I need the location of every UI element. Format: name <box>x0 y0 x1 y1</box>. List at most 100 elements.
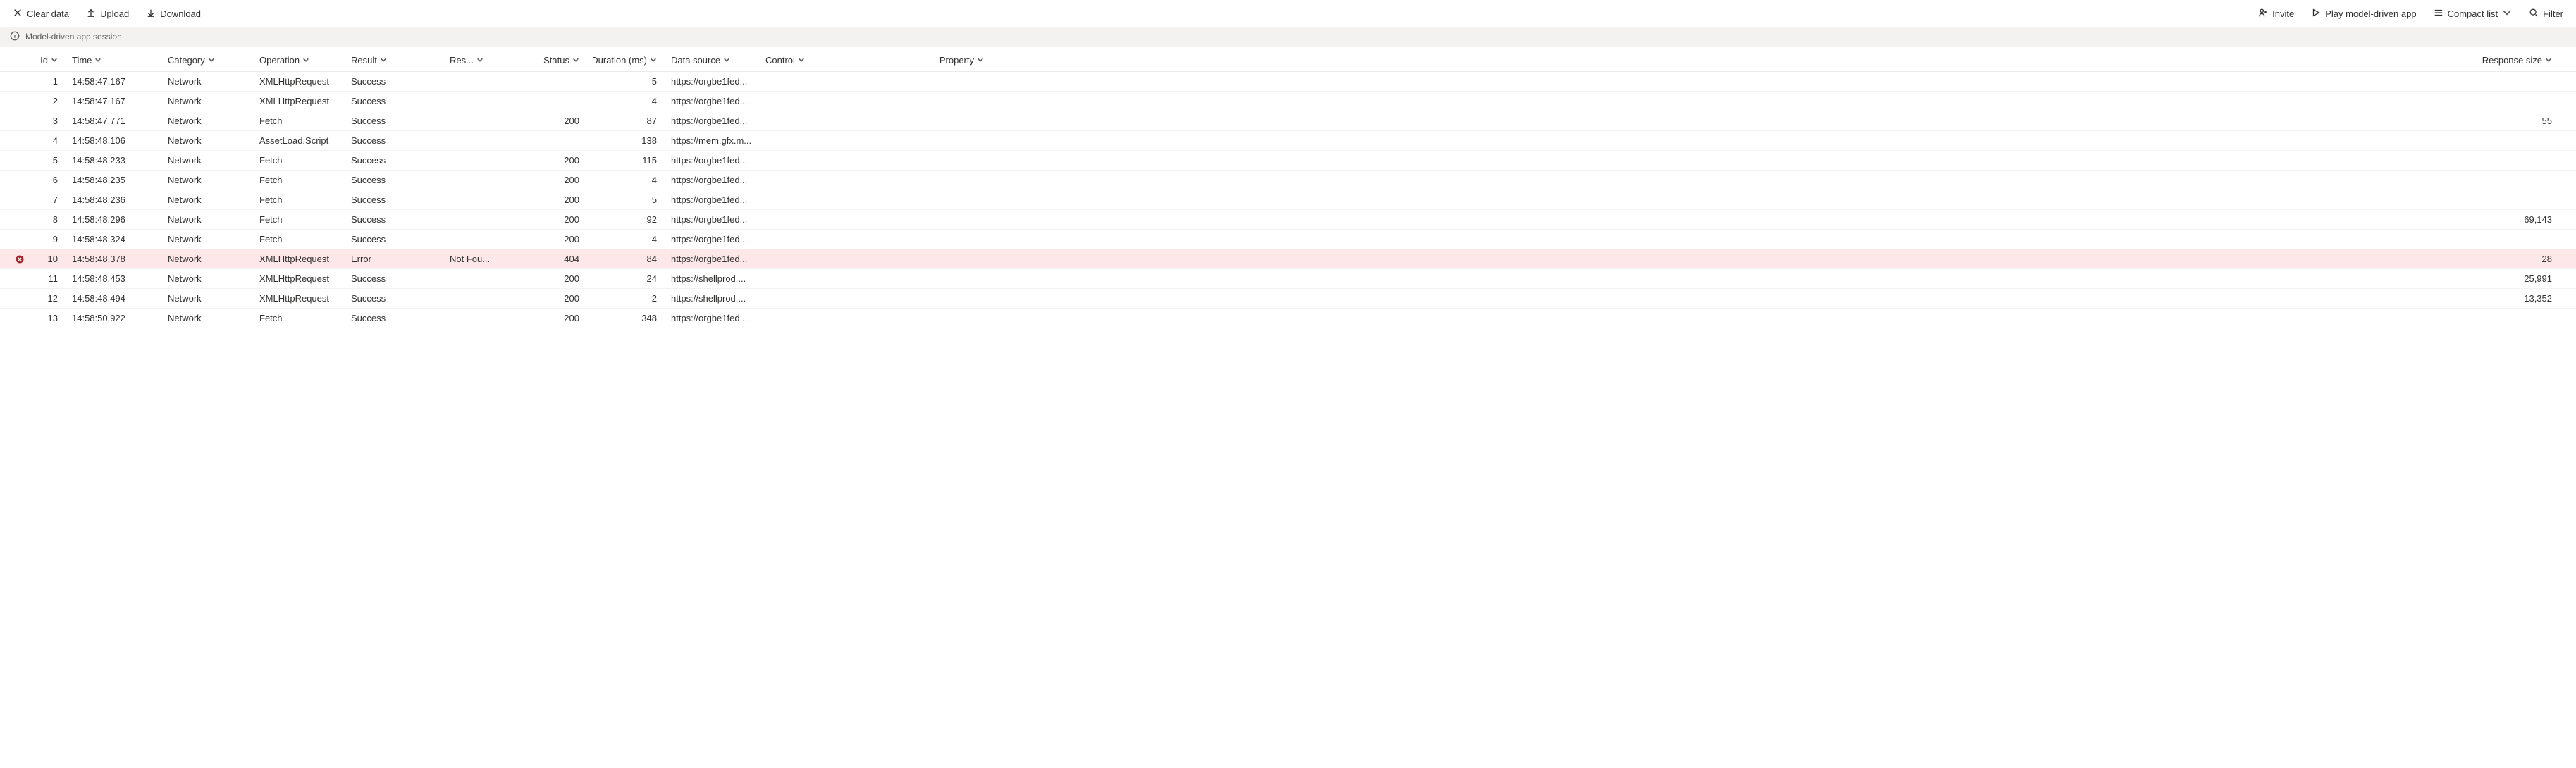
column-header-label: Property <box>939 55 974 66</box>
cell-category: Network <box>168 273 259 284</box>
cell-id: 9 <box>30 234 72 244</box>
download-button[interactable]: Download <box>143 6 204 22</box>
cell-id: 11 <box>30 273 72 284</box>
column-header-operation[interactable]: Operation <box>259 55 351 66</box>
chevron-down-icon <box>650 55 657 66</box>
play-icon <box>2311 8 2321 20</box>
cell-category: Network <box>168 254 259 264</box>
column-header-category[interactable]: Category <box>168 55 259 66</box>
cell-time: 14:58:48.324 <box>72 234 168 244</box>
column-header-control[interactable]: Control <box>765 55 857 66</box>
cell-data_source: https://orgbe1fed... <box>671 234 765 244</box>
column-header-label: Operation <box>259 55 300 66</box>
table-row[interactable]: 1114:58:48.453NetworkXMLHttpRequestSucce… <box>0 269 2576 289</box>
cell-category: Network <box>168 116 259 126</box>
info-message: Model-driven app session <box>25 32 122 42</box>
cell-duration: 115 <box>593 155 671 166</box>
column-header-label: Id <box>40 55 48 66</box>
cell-time: 14:58:50.922 <box>72 313 168 323</box>
play-label: Play model-driven app <box>2325 8 2416 19</box>
clear-data-button[interactable]: Clear data <box>10 6 72 22</box>
table-row[interactable]: 414:58:48.106NetworkAssetLoad.ScriptSucc… <box>0 131 2576 151</box>
table-row[interactable]: 714:58:48.236NetworkFetchSuccess2005http… <box>0 190 2576 210</box>
cell-time: 14:58:48.296 <box>72 214 168 225</box>
table-row[interactable]: 214:58:47.167NetworkXMLHttpRequestSucces… <box>0 92 2576 111</box>
cell-operation: Fetch <box>259 234 351 244</box>
cell-category: Network <box>168 76 259 87</box>
play-button[interactable]: Play model-driven app <box>2308 6 2419 22</box>
cell-result: Success <box>351 96 450 106</box>
filter-button[interactable]: Filter <box>2526 6 2566 22</box>
column-header-duration[interactable]: Duration (ms) <box>593 55 671 66</box>
cell-id: 13 <box>30 313 72 323</box>
column-header-result_info[interactable]: Res... <box>450 55 509 66</box>
cell-id: 10 <box>30 254 72 264</box>
cell-duration: 4 <box>593 96 671 106</box>
table-row[interactable]: 514:58:48.233NetworkFetchSuccess200115ht… <box>0 151 2576 171</box>
cell-id: 4 <box>30 135 72 146</box>
column-header-response_size[interactable]: Response size <box>998 55 2566 66</box>
chevron-down-icon <box>51 55 58 66</box>
table-row[interactable]: 1014:58:48.378NetworkXMLHttpRequestError… <box>0 249 2576 269</box>
cell-time: 14:58:48.233 <box>72 155 168 166</box>
cell-id: 7 <box>30 194 72 205</box>
cell-time: 14:58:47.167 <box>72 76 168 87</box>
table-row[interactable]: 114:58:47.167NetworkXMLHttpRequestSucces… <box>0 72 2576 92</box>
clear-data-label: Clear data <box>27 8 69 19</box>
chevron-down-icon <box>380 55 387 66</box>
info-icon <box>10 31 20 43</box>
cell-id: 3 <box>30 116 72 126</box>
cell-result: Success <box>351 175 450 185</box>
cell-time: 14:58:48.494 <box>72 293 168 304</box>
upload-label: Upload <box>100 8 129 19</box>
table-row[interactable]: 1214:58:48.494NetworkXMLHttpRequestSucce… <box>0 289 2576 309</box>
column-header-label: Result <box>351 55 377 66</box>
cell-status: 200 <box>509 175 593 185</box>
column-header-time[interactable]: Time <box>72 55 168 66</box>
cell-id: 5 <box>30 155 72 166</box>
cell-result: Success <box>351 135 450 146</box>
table-row[interactable]: 814:58:48.296NetworkFetchSuccess20092htt… <box>0 210 2576 230</box>
filter-label: Filter <box>2543 8 2563 19</box>
cell-category: Network <box>168 313 259 323</box>
table-row[interactable]: 914:58:48.324NetworkFetchSuccess2004http… <box>0 230 2576 249</box>
cell-duration: 2 <box>593 293 671 304</box>
column-header-data_source[interactable]: Data source <box>671 55 765 66</box>
cell-operation: Fetch <box>259 175 351 185</box>
cell-result: Success <box>351 194 450 205</box>
column-header-label: Data source <box>671 55 720 66</box>
cell-status: 404 <box>509 254 593 264</box>
cell-data_source: https://mem.gfx.m... <box>671 135 765 146</box>
cell-data_source: https://orgbe1fed... <box>671 175 765 185</box>
column-header-property[interactable]: Property <box>857 55 998 66</box>
table-row[interactable]: 614:58:48.235NetworkFetchSuccess2004http… <box>0 171 2576 190</box>
cell-operation: Fetch <box>259 313 351 323</box>
cell-id: 12 <box>30 293 72 304</box>
cell-data_source: https://orgbe1fed... <box>671 155 765 166</box>
cell-data_source: https://orgbe1fed... <box>671 76 765 87</box>
cell-data_source: https://orgbe1fed... <box>671 96 765 106</box>
table-row[interactable]: 314:58:47.771NetworkFetchSuccess20087htt… <box>0 111 2576 131</box>
compact-list-button[interactable]: Compact list <box>2431 6 2515 22</box>
column-header-id[interactable]: Id <box>30 55 72 66</box>
cell-response_size: 28 <box>998 254 2566 264</box>
table-row[interactable]: 1314:58:50.922NetworkFetchSuccess200348h… <box>0 309 2576 328</box>
row-status-icon <box>10 255 30 264</box>
list-icon <box>2434 8 2443 20</box>
cell-category: Network <box>168 155 259 166</box>
cell-data_source: https://orgbe1fed... <box>671 254 765 264</box>
cell-data_source: https://orgbe1fed... <box>671 214 765 225</box>
download-icon <box>146 8 156 20</box>
cell-category: Network <box>168 194 259 205</box>
chevron-down-icon <box>723 55 730 66</box>
invite-button[interactable]: Invite <box>2255 6 2297 22</box>
cell-category: Network <box>168 234 259 244</box>
cell-time: 14:58:48.378 <box>72 254 168 264</box>
cell-data_source: https://orgbe1fed... <box>671 313 765 323</box>
upload-button[interactable]: Upload <box>83 6 132 22</box>
column-header-status[interactable]: Status <box>509 55 593 66</box>
chevron-down-icon <box>476 55 483 66</box>
cell-time: 14:58:48.235 <box>72 175 168 185</box>
cell-operation: XMLHttpRequest <box>259 273 351 284</box>
column-header-result[interactable]: Result <box>351 55 450 66</box>
